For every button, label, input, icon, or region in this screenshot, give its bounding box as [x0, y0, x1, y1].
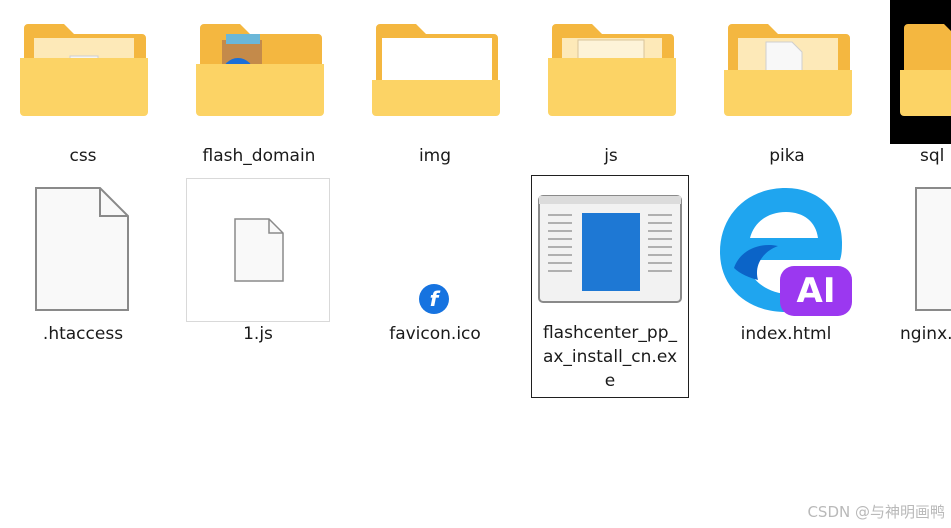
file-label: js: [604, 146, 618, 166]
file-label: sql: [920, 146, 945, 166]
file-label: flash_domain: [202, 146, 316, 166]
folder-js[interactable]: js: [546, 18, 676, 168]
file-label: .htaccess: [42, 324, 124, 344]
flash-icon: f: [417, 282, 451, 316]
js-file-icon: [234, 218, 284, 282]
file-label: pika: [769, 146, 805, 166]
file-label: img: [418, 146, 452, 166]
folder-css[interactable]: css: [18, 18, 148, 168]
file-label: index.html: [740, 324, 832, 344]
folder-icon: [548, 18, 676, 118]
folder-sql[interactable]: sql: [890, 0, 951, 168]
folder-flash-domain[interactable]: f flash_domain: [194, 18, 324, 168]
watermark: CSDN @与神明画鸭: [807, 503, 945, 521]
file-htaccess[interactable]: .htaccess: [18, 180, 148, 350]
blank-file-icon: [34, 186, 130, 312]
file-1-js[interactable]: 1.js: [186, 178, 330, 350]
file-favicon[interactable]: f favicon.ico: [370, 180, 500, 350]
installer-exe-icon: [538, 195, 682, 305]
folder-pika[interactable]: pika: [722, 18, 852, 168]
folder-icon: [20, 18, 148, 118]
folder-icon: [724, 18, 852, 118]
folder-with-flash-icon: f: [196, 18, 324, 118]
svg-text:AI: AI: [797, 271, 836, 311]
folder-icon: [890, 0, 951, 144]
file-index-html[interactable]: AI index.html: [712, 180, 860, 350]
file-label: 1.js: [243, 324, 273, 344]
file-label: favicon.ico: [389, 324, 481, 344]
file-label: css: [69, 146, 97, 166]
folder-img[interactable]: img: [370, 18, 500, 168]
blank-file-icon: [914, 186, 951, 312]
folder-icon: [372, 18, 500, 118]
file-nginx[interactable]: nginx.: [900, 180, 951, 350]
file-flashcenter-installer[interactable]: flashcenter_pp_ ax_install_cn.ex e: [531, 175, 689, 398]
file-label: flashcenter_pp_ ax_install_cn.ex e: [542, 323, 678, 391]
ai-browser-icon: AI: [716, 180, 856, 320]
file-label: nginx.: [900, 324, 951, 344]
